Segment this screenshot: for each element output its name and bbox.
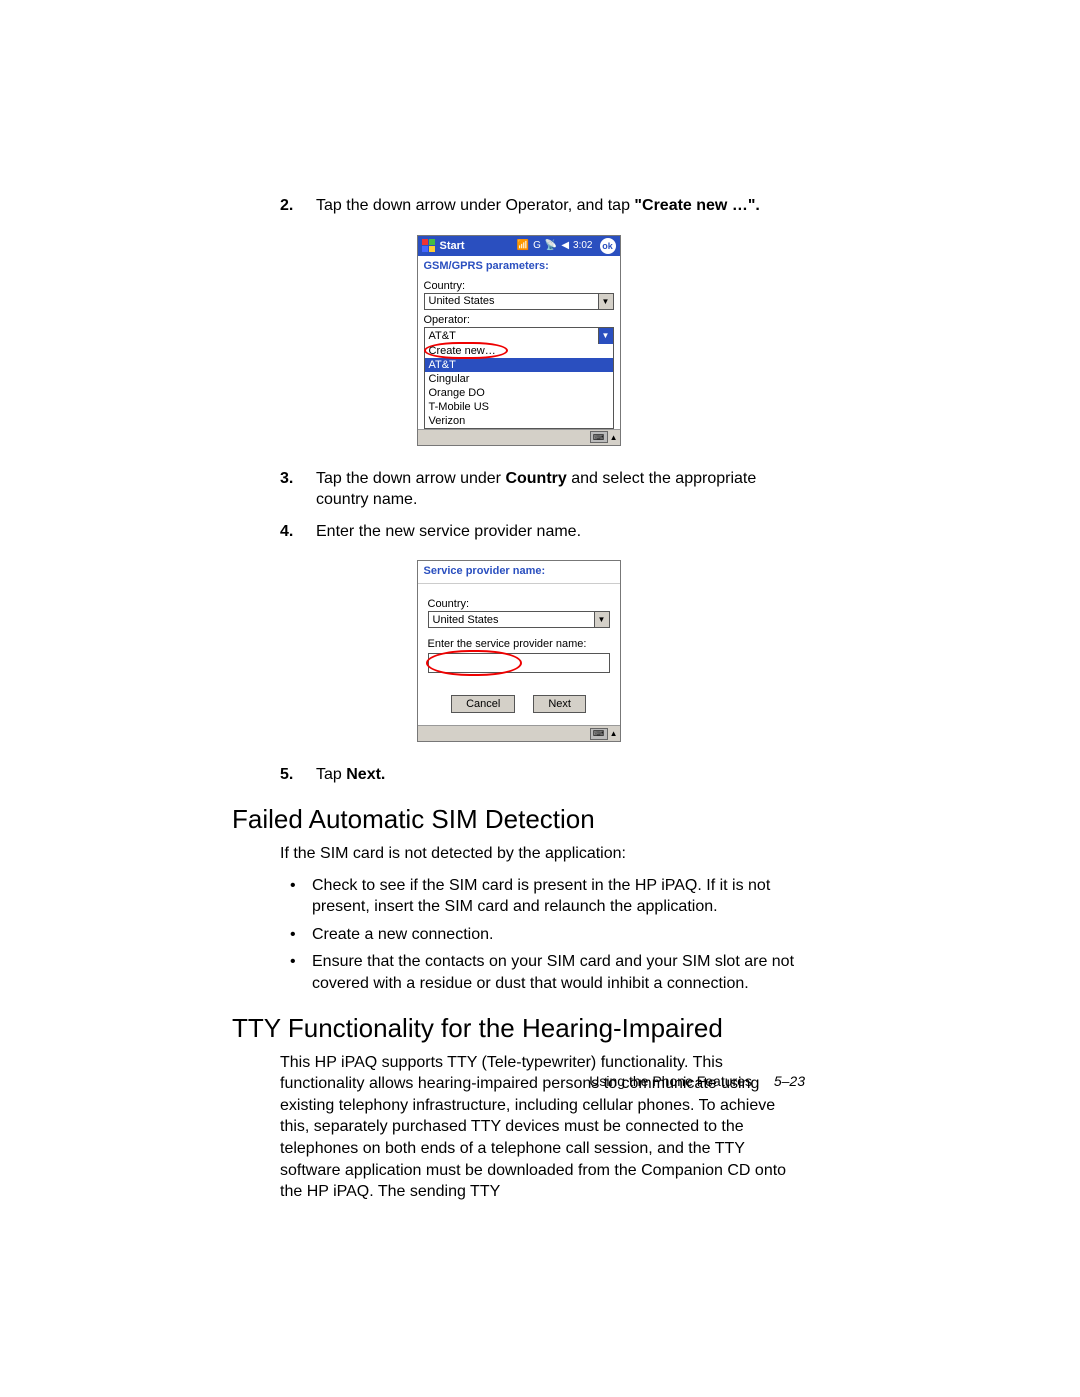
step-5-text: Tap (316, 766, 346, 783)
country-value: United States (425, 295, 598, 307)
gprs-icon: G (533, 240, 541, 251)
list-item: •Ensure that the contacts on your SIM ca… (280, 951, 805, 994)
heading-tty: TTY Functionality for the Hearing-Impair… (232, 1013, 805, 1044)
country-label: Country: (424, 280, 614, 292)
step-5-bold: Next. (346, 766, 385, 783)
operator-option-att[interactable]: AT&T (425, 358, 613, 372)
cancel-button[interactable]: Cancel (451, 695, 515, 713)
pda-footer: ⌨ ▲ (418, 429, 620, 445)
bullet-2: Create a new connection. (312, 924, 805, 946)
list-item: •Check to see if the SIM card is present… (280, 875, 805, 918)
operator-value: AT&T (425, 330, 598, 342)
step-3-bold: Country (505, 470, 566, 487)
pda-title-bar: Start 📶 G 📡 ◀ 3:02 ok (418, 236, 620, 256)
step-2-number: 2. (280, 195, 316, 217)
operator-label: Operator: (424, 314, 614, 326)
page-number: 5–23 (774, 1073, 805, 1089)
step-3-number: 3. (280, 468, 316, 511)
failed-sim-bullets: •Check to see if the SIM card is present… (280, 875, 805, 995)
step-5-number: 5. (280, 764, 316, 786)
step-2-text: Tap the down arrow under Operator, and t… (316, 197, 634, 214)
sp-country-value: United States (429, 614, 594, 626)
highlight-circle-icon (426, 650, 522, 676)
operator-combo[interactable]: AT&T ▼ (424, 327, 614, 344)
sp-country-label: Country: (428, 598, 610, 610)
screenshot-gsm-gprs: Start 📶 G 📡 ◀ 3:02 ok GSM/GPRS parameter… (417, 235, 621, 446)
step-5: 5. Tap Next. (280, 764, 805, 786)
step-4-number: 4. (280, 521, 316, 543)
gsm-params-title: GSM/GPRS parameters: (418, 256, 620, 274)
chevron-down-icon[interactable]: ▼ (598, 294, 613, 309)
heading-failed-sim: Failed Automatic SIM Detection (232, 804, 805, 835)
step-2-bold: "Create new …". (634, 197, 759, 214)
operator-option-verizon[interactable]: Verizon (425, 414, 613, 428)
operator-dropdown-list[interactable]: Create new… AT&T Cingular Orange DO T-Mo… (424, 344, 614, 429)
sp-country-combo[interactable]: United States ▼ (428, 611, 610, 628)
start-button[interactable]: Start (440, 240, 465, 252)
chevron-down-icon[interactable]: ▼ (598, 328, 613, 344)
list-item: •Create a new connection. (280, 924, 805, 946)
step-4: 4. Enter the new service provider name. (280, 521, 805, 543)
signal-icon: 📶 (517, 240, 529, 251)
up-arrow-icon[interactable]: ▲ (610, 433, 618, 442)
ok-button[interactable]: ok (600, 238, 616, 254)
bullet-3: Ensure that the contacts on your SIM car… (312, 951, 805, 994)
windows-flag-icon (422, 239, 436, 253)
volume-icon: ◀ (561, 240, 569, 251)
operator-option-orange[interactable]: Orange DO (425, 386, 613, 400)
bullet-icon: • (280, 951, 312, 994)
step-3: 3. Tap the down arrow under Country and … (280, 468, 805, 511)
bullet-1: Check to see if the SIM card is present … (312, 875, 805, 918)
pda-footer: ⌨ ▲ (418, 725, 620, 741)
country-combo[interactable]: United States ▼ (424, 293, 614, 310)
operator-option-tmobile[interactable]: T-Mobile US (425, 400, 613, 414)
operator-option-create-new[interactable]: Create new… (425, 344, 613, 358)
bullet-icon: • (280, 875, 312, 918)
page-footer: Using the Phone Features 5–23 (589, 1073, 805, 1089)
next-button[interactable]: Next (533, 695, 586, 713)
step-3-text-pre: Tap the down arrow under (316, 470, 505, 487)
antenna-icon: 📡 (545, 240, 557, 251)
step-4-text: Enter the new service provider name. (316, 521, 805, 543)
keyboard-icon[interactable]: ⌨ (590, 728, 608, 740)
step-2: 2. Tap the down arrow under Operator, an… (280, 195, 805, 217)
up-arrow-icon[interactable]: ▲ (610, 729, 618, 738)
chevron-down-icon[interactable]: ▼ (594, 612, 609, 627)
keyboard-icon[interactable]: ⌨ (590, 431, 608, 443)
sp-name-input[interactable] (428, 653, 610, 673)
footer-label: Using the Phone Features (589, 1073, 752, 1089)
service-provider-title: Service provider name: (418, 561, 620, 584)
clock: 3:02 (573, 240, 592, 251)
screenshot-service-provider: Service provider name: Country: United S… (417, 560, 621, 742)
operator-option-cingular[interactable]: Cingular (425, 372, 613, 386)
sp-enter-label: Enter the service provider name: (428, 638, 610, 650)
failed-sim-intro: If the SIM card is not detected by the a… (280, 843, 805, 865)
bullet-icon: • (280, 924, 312, 946)
